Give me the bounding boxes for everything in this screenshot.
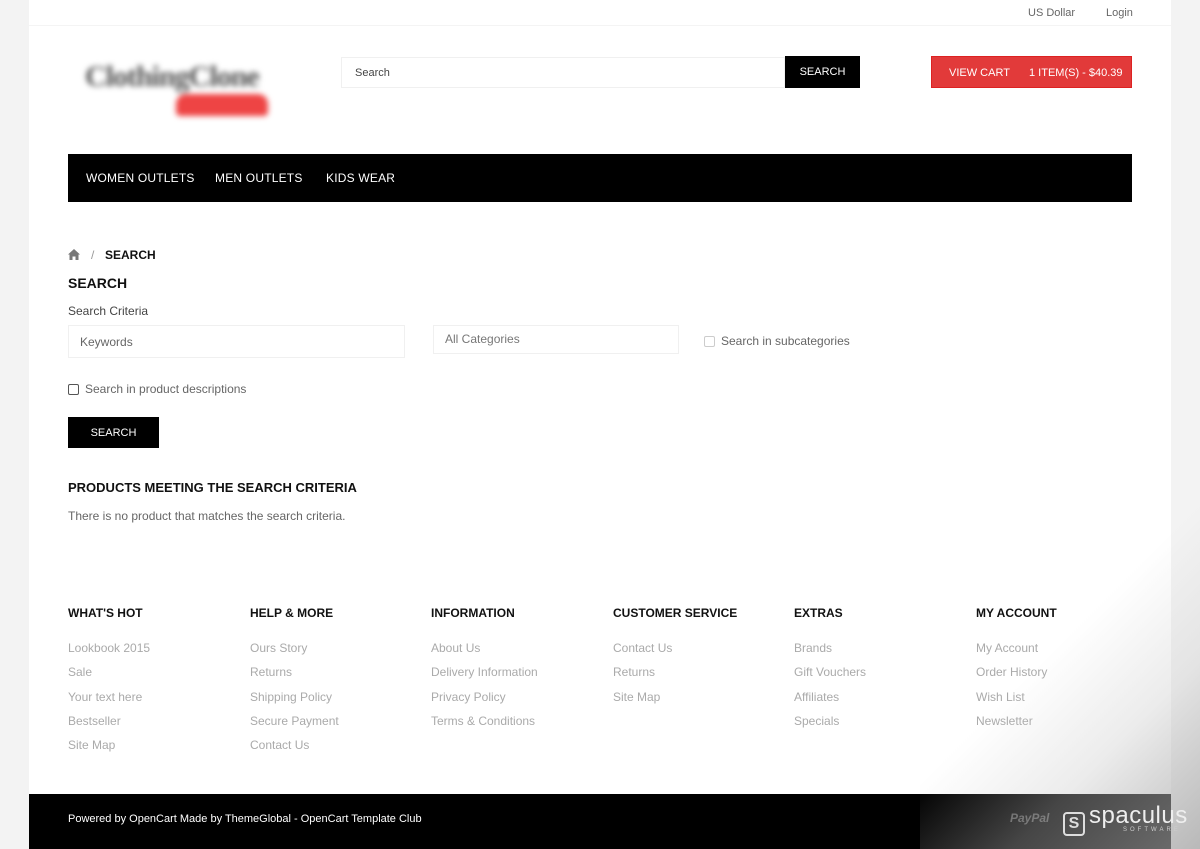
header-search-button[interactable]: SEARCH xyxy=(785,56,860,88)
footer-link[interactable]: About Us xyxy=(431,641,601,665)
logo-hanger-icon xyxy=(176,94,268,116)
checkbox-box[interactable] xyxy=(68,383,79,395)
footer-heading: HELP & MORE xyxy=(250,606,334,620)
footer-heading: WHAT'S HOT xyxy=(68,606,143,620)
footer-link[interactable]: Site Map xyxy=(68,738,238,762)
breadcrumb-current[interactable]: SEARCH xyxy=(105,248,156,262)
footer-link[interactable]: Brands xyxy=(794,641,964,665)
footer-link[interactable]: My Account xyxy=(976,641,1146,665)
footer-link[interactable]: Ours Story xyxy=(250,641,420,665)
footer-heading: CUSTOMER SERVICE xyxy=(613,606,738,620)
footer-link[interactable]: Your text here xyxy=(68,690,238,714)
paypal-logo: PayPal xyxy=(1010,811,1050,825)
nav-kids-wear[interactable]: KIDS WEAR xyxy=(326,171,395,185)
page-title: SEARCH xyxy=(68,275,128,291)
subcategories-label: Search in subcategories xyxy=(721,334,850,348)
home-icon[interactable] xyxy=(68,249,80,263)
nav-men-outlets[interactable]: MEN OUTLETS xyxy=(215,171,303,185)
footer-link[interactable]: Delivery Information xyxy=(431,665,601,689)
footer-link[interactable]: Sale xyxy=(68,665,238,689)
footer-col-information: INFORMATION About Us Delivery Informatio… xyxy=(431,606,601,738)
footer-link[interactable]: Bestseller xyxy=(68,714,238,738)
footer-link[interactable]: Gift Vouchers xyxy=(794,665,964,689)
cart-label: VIEW CART xyxy=(949,67,1010,79)
search-submit-button[interactable]: SEARCH xyxy=(68,417,159,448)
page: US Dollar Login ClothingClone SEARCH VIE… xyxy=(29,0,1171,849)
header-search-input[interactable] xyxy=(341,57,785,88)
store-logo[interactable]: ClothingClone xyxy=(81,58,286,120)
keywords-input[interactable] xyxy=(68,325,405,358)
footer-bottom-bar: Powered by OpenCart Made by ThemeGlobal … xyxy=(29,794,1171,849)
logo-wordmark: ClothingClone xyxy=(85,60,260,93)
footer-heading: INFORMATION xyxy=(431,606,515,620)
main-nav: WOMEN OUTLETS MEN OUTLETS KIDS WEAR xyxy=(68,154,1132,202)
footer-link[interactable]: Shipping Policy xyxy=(250,690,420,714)
subcategories-checkbox[interactable]: Search in subcategories xyxy=(704,334,850,348)
descriptions-label: Search in product descriptions xyxy=(85,382,247,396)
footer-link[interactable]: Affiliates xyxy=(794,690,964,714)
footer-link[interactable]: Newsletter xyxy=(976,714,1146,738)
footer-col-whats-hot: WHAT'S HOT Lookbook 2015 Sale Your text … xyxy=(68,606,238,762)
footer-col-customer-service: CUSTOMER SERVICE Contact Us Returns Site… xyxy=(613,606,783,714)
footer-heading: MY ACCOUNT xyxy=(976,606,1057,620)
search-criteria-label: Search Criteria xyxy=(68,304,149,318)
footer-link[interactable]: Lookbook 2015 xyxy=(68,641,238,665)
category-select[interactable]: All Categories xyxy=(433,325,679,354)
login-link[interactable]: Login xyxy=(1106,7,1133,19)
watermark-name: spaculus xyxy=(1089,802,1188,829)
spaculus-watermark: S spaculus SOFTWARE xyxy=(1063,800,1193,840)
footer-col-my-account: MY ACCOUNT My Account Order History Wish… xyxy=(976,606,1146,738)
footer-link[interactable]: Privacy Policy xyxy=(431,690,601,714)
cart-summary: 1 ITEM(S) - $40.39 xyxy=(1029,67,1123,79)
footer-link[interactable]: Specials xyxy=(794,714,964,738)
empty-results-message: There is no product that matches the sea… xyxy=(68,509,346,523)
nav-women-outlets[interactable]: WOMEN OUTLETS xyxy=(86,171,195,185)
footer-link[interactable]: Contact Us xyxy=(250,738,420,762)
checkbox-box[interactable] xyxy=(704,335,715,347)
footer-heading: EXTRAS xyxy=(794,606,843,620)
top-bar: US Dollar Login xyxy=(29,0,1171,26)
footer-col-help-more: HELP & MORE Ours Story Returns Shipping … xyxy=(250,606,420,762)
footer-link[interactable]: Contact Us xyxy=(613,641,783,665)
footer-link[interactable]: Order History xyxy=(976,665,1146,689)
descriptions-checkbox[interactable]: Search in product descriptions xyxy=(68,382,246,396)
footer-link[interactable]: Terms & Conditions xyxy=(431,714,601,738)
watermark-sub: SOFTWARE xyxy=(1123,827,1181,833)
breadcrumb-separator: / xyxy=(91,248,95,262)
currency-selector[interactable]: US Dollar xyxy=(1028,7,1075,19)
footer-link[interactable]: Wish List xyxy=(976,690,1146,714)
powered-by-text: Powered by OpenCart Made by ThemeGlobal … xyxy=(68,813,422,825)
footer-link[interactable]: Secure Payment xyxy=(250,714,420,738)
spaculus-logo-icon: S xyxy=(1063,812,1085,836)
footer-link[interactable]: Site Map xyxy=(613,690,783,714)
footer-link[interactable]: Returns xyxy=(613,665,783,689)
footer-col-extras: EXTRAS Brands Gift Vouchers Affiliates S… xyxy=(794,606,964,738)
view-cart-button[interactable]: VIEW CART 1 ITEM(S) - $40.39 xyxy=(931,56,1132,88)
results-title: PRODUCTS MEETING THE SEARCH CRITERIA xyxy=(68,480,357,495)
footer-link[interactable]: Returns xyxy=(250,665,420,689)
